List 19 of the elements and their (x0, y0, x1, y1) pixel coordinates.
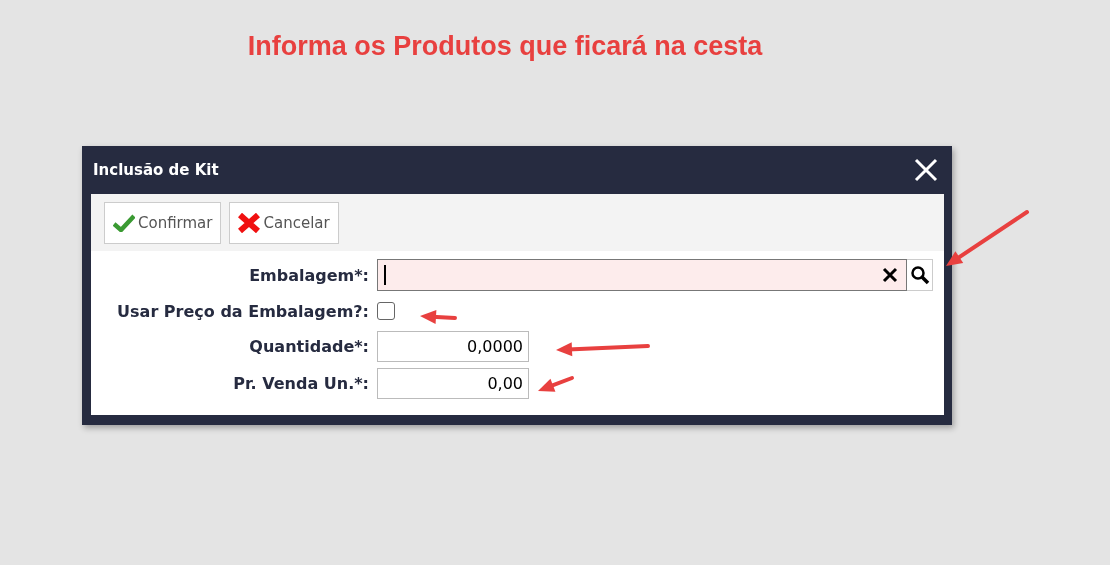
check-icon (113, 213, 135, 232)
cross-icon (238, 212, 261, 233)
dialog-title: Inclusão de Kit (93, 161, 219, 179)
annotation-title: Informa os Produtos que ficará na cesta (247, 30, 763, 63)
field-label: Quantidade*: (248, 337, 369, 356)
search-button[interactable] (907, 259, 933, 291)
input-field[interactable] (377, 259, 907, 291)
field-label: Embalagem*: (248, 265, 369, 285)
field-label: Usar Preço da Embalagem?: (116, 301, 369, 321)
input-field[interactable]: 0,00 (377, 368, 529, 399)
input-field[interactable]: 0,0000 (377, 331, 529, 362)
toolbar-button[interactable]: Confirmar (104, 201, 222, 244)
close-icon[interactable] (914, 158, 938, 182)
checkbox[interactable] (377, 302, 395, 320)
toolbar-button[interactable]: Cancelar (229, 201, 339, 244)
field-label: Pr. Venda Un.*: (232, 374, 369, 393)
arrow (538, 376, 574, 392)
arrow (420, 309, 457, 324)
clear-icon[interactable] (882, 267, 898, 283)
